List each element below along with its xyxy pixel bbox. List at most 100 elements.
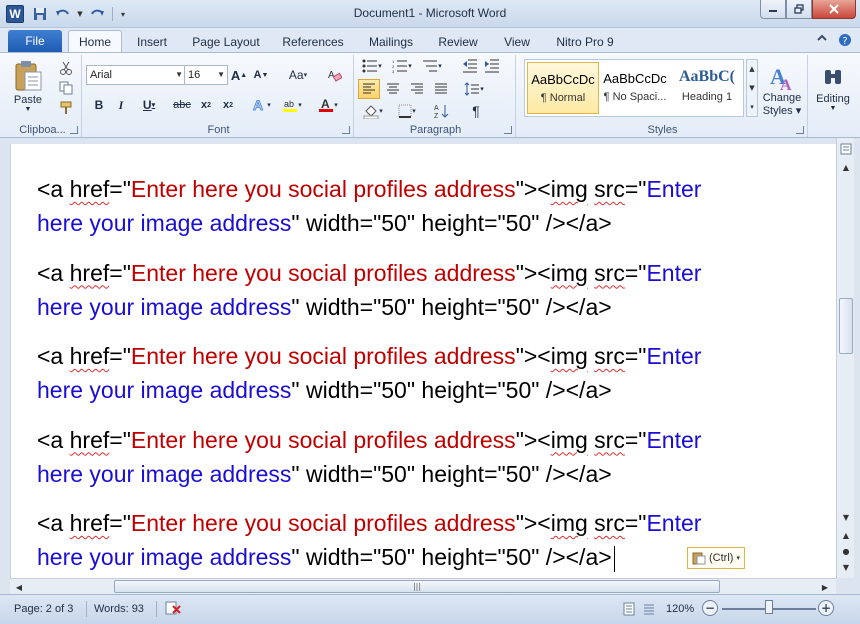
gallery-down-icon[interactable]: ▼ [749,84,754,92]
line-spacing-icon[interactable]: ▾ [460,79,488,99]
svg-text:A: A [328,70,335,81]
editing-button[interactable]: Editing ▼ [812,57,854,121]
shading-icon[interactable]: ▾ [358,101,388,121]
italic-icon[interactable]: I [112,95,130,115]
tab-view[interactable]: View [498,32,536,52]
zoom-slider-thumb[interactable] [765,600,773,614]
underline-icon[interactable]: U ▾ [136,95,162,115]
clear-formatting-icon[interactable]: A [324,65,344,85]
scroll-left-icon[interactable]: ◀ [12,580,26,594]
decrease-indent-icon[interactable] [460,57,480,75]
zoom-level[interactable]: 120% [666,603,694,615]
bullets-icon[interactable]: ▾ [358,57,386,75]
grow-font-icon[interactable]: A ▲ [230,65,248,85]
print-layout-view-icon[interactable] [622,602,636,619]
align-right-icon[interactable] [406,79,428,99]
sort-icon[interactable]: AZ [432,101,452,121]
styles-group-label: Styles [647,124,678,136]
image-address-text: here your image address [37,544,292,570]
horizontal-scroll-thumb[interactable]: ||| [114,580,720,593]
text-effects-icon[interactable]: A ▾ [248,95,274,115]
style-no-spacing[interactable]: AaBbCcDc ¶ No Spaci... [599,62,671,114]
bold-icon[interactable]: B [90,95,108,115]
document-paragraph[interactable]: <a href="Enter here you social profiles … [37,256,797,324]
scroll-down-icon[interactable]: ▼ [839,510,853,524]
tab-nitro-pro[interactable]: Nitro Pro 9 [552,32,618,52]
borders-icon[interactable]: ▾ [392,101,422,121]
superscript-icon[interactable]: x2 [218,95,238,115]
highlight-icon[interactable]: ab ▾ [278,95,306,115]
previous-page-icon[interactable]: ▲ [839,528,853,542]
change-styles-button[interactable]: A A Change Styles ▾ [758,57,806,121]
document-paragraph[interactable]: <a href="Enter here you social profiles … [37,506,797,574]
cut-icon[interactable] [56,59,76,77]
page-count[interactable]: Page: 2 of 3 [14,603,73,615]
tab-file[interactable]: File [8,30,62,52]
help-icon[interactable]: ? [838,33,852,50]
align-center-icon[interactable] [382,79,404,99]
styles-gallery-scroll[interactable]: ▲ ▼ ▾ [746,59,758,117]
tab-insert[interactable]: Insert [130,32,174,52]
profile-address-text: Enter here you social profiles address [130,176,516,202]
close-button[interactable] [812,0,856,19]
horizontal-scrollbar[interactable]: ◀ ||| ▶ [10,578,836,594]
style-heading-1-sample: AaBbC( [678,68,735,85]
format-painter-icon[interactable] [56,99,76,117]
copy-icon[interactable] [56,79,76,97]
word-count[interactable]: Words: 93 [94,603,144,615]
font-name-combo[interactable]: Arial ▼ [86,65,186,85]
status-bar: Page: 2 of 3 Words: 93 120% − + [0,594,860,624]
style-heading-1[interactable]: AaBbC( Heading 1 [671,62,743,114]
numbering-icon[interactable]: 123 ▾ [388,57,416,75]
style-heading-1-name: Heading 1 [681,91,733,103]
paragraph-launcher-icon[interactable] [504,126,512,134]
select-browse-object-icon[interactable]: ● [839,544,853,558]
zoom-in-button[interactable]: + [818,600,834,616]
draft-view-icon[interactable] [642,602,656,619]
tab-review[interactable]: Review [434,32,482,52]
tab-page-layout[interactable]: Page Layout [186,32,266,52]
paste-button[interactable]: Paste ▼ [8,57,48,115]
font-launcher-icon[interactable] [342,126,350,134]
tab-mailings[interactable]: Mailings [362,32,420,52]
code-text: =" [624,343,647,369]
editing-dropdown-icon: ▼ [829,104,837,112]
subscript-icon[interactable]: x2 [196,95,216,115]
tab-home[interactable]: Home [68,30,122,53]
scroll-up-icon[interactable]: ▲ [839,160,853,174]
scroll-right-icon[interactable]: ▶ [818,580,832,594]
minimize-button[interactable] [760,0,786,19]
font-color-icon[interactable]: A ▾ [314,95,342,115]
change-case-icon[interactable]: Aa ▾ [284,65,312,85]
proofing-icon[interactable] [164,600,182,619]
align-left-icon[interactable] [358,79,380,99]
editing-group: Editing ▼ [810,55,856,137]
styles-launcher-icon[interactable] [796,126,804,134]
restore-button[interactable] [786,0,812,19]
vertical-scroll-thumb[interactable] [839,298,853,354]
gallery-up-icon[interactable]: ▲ [749,65,754,73]
document-paragraph[interactable]: <a href="Enter here you social profiles … [37,339,797,407]
style-normal-sample: AaBbCcDc [531,72,595,87]
minimize-ribbon-icon[interactable] [816,33,828,50]
clipboard-launcher-icon[interactable] [70,126,78,134]
multilevel-list-icon[interactable]: ▾ [418,57,446,75]
tab-references[interactable]: References [278,32,348,52]
ruler-toggle-icon[interactable] [839,142,853,156]
next-page-icon[interactable]: ▼ [839,560,853,574]
document-paragraph[interactable]: <a href="Enter here you social profiles … [37,172,797,240]
font-size-combo[interactable]: 16 ▼ [184,65,228,85]
document-page[interactable]: <a href="Enter here you social profiles … [10,144,836,578]
style-normal[interactable]: AaBbCcDc ¶ Normal [527,62,599,114]
strikethrough-icon[interactable]: abc [170,95,194,115]
document-paragraph[interactable]: <a href="Enter here you social profiles … [37,423,797,491]
increase-indent-icon[interactable] [482,57,502,75]
vertical-scrollbar[interactable]: ▲ ▼ ▲ ● ▼ [836,138,854,578]
zoom-out-button[interactable]: − [702,600,718,616]
justify-icon[interactable] [430,79,452,99]
gallery-more-icon[interactable]: ▾ [750,103,754,111]
styles-gallery: AaBbCcDc ¶ Normal AaBbCcDc ¶ No Spaci...… [524,59,744,117]
shrink-font-icon[interactable]: A ▼ [252,65,270,85]
paste-options-button[interactable]: (Ctrl) ▾ [687,547,745,569]
show-hide-icon[interactable]: ¶ [466,101,486,121]
